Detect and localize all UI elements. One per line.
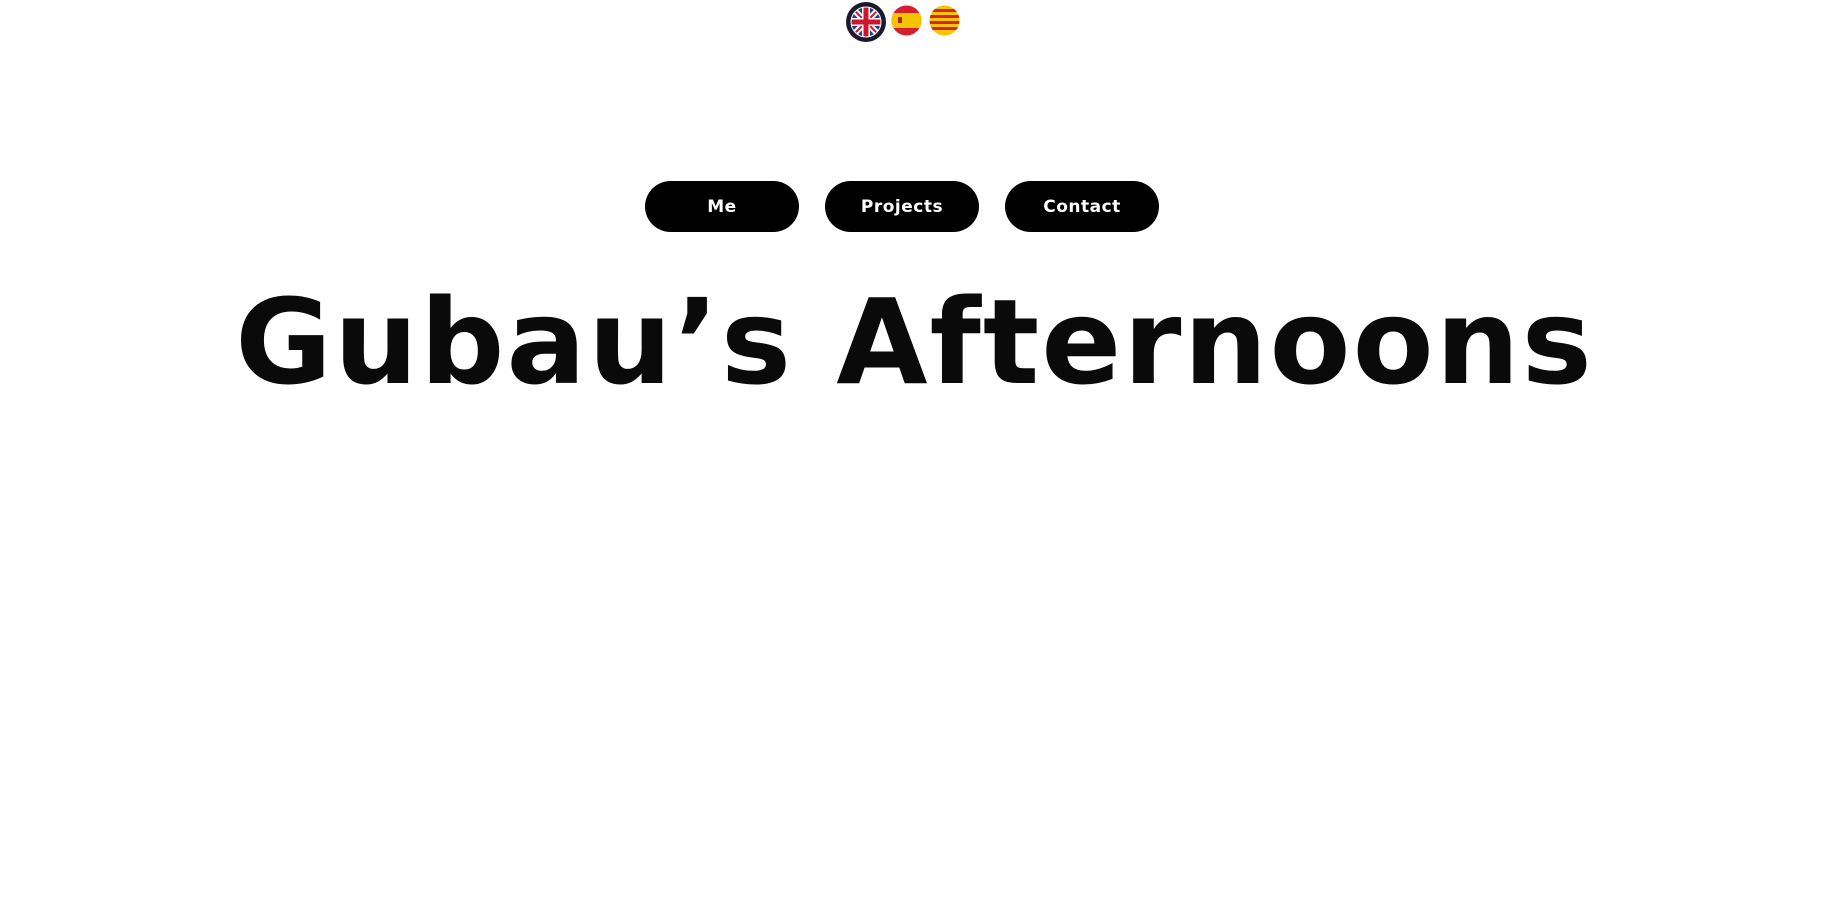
page: Me Projects Contact Gubau’s Afternoons (0, 0, 1829, 898)
page-title: Gubau’s Afternoons (235, 273, 1594, 411)
main-nav: Me Projects Contact (0, 181, 1829, 232)
spain-flag-icon[interactable] (891, 5, 922, 36)
language-selector (0, 0, 1829, 44)
uk-flag-icon[interactable] (845, 1, 887, 43)
contact-button[interactable]: Contact (1005, 181, 1159, 232)
projects-button[interactable]: Projects (825, 181, 979, 232)
catalonia-flag-icon[interactable] (929, 5, 960, 36)
me-button[interactable]: Me (645, 181, 799, 232)
